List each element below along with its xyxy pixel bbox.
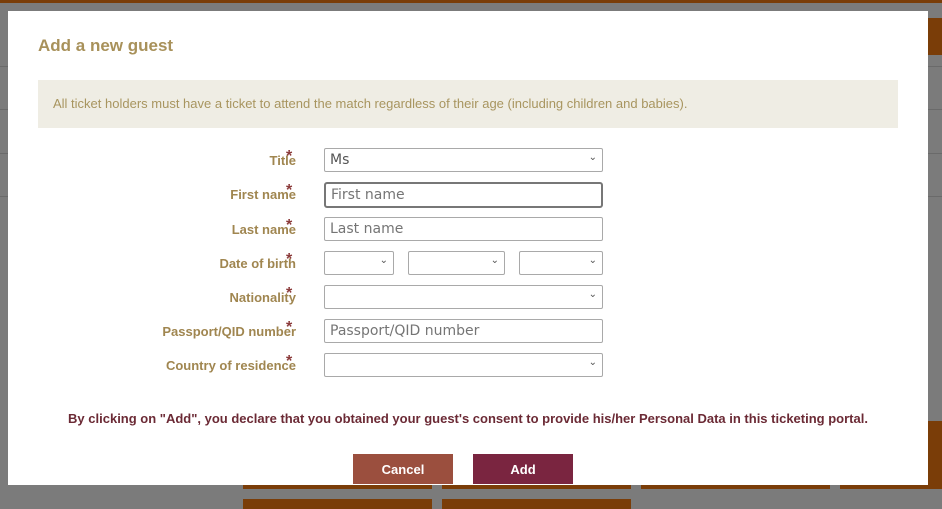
chevron-down-icon: ⌄ <box>588 255 597 266</box>
country-select[interactable]: ⌄ <box>324 353 603 377</box>
required-mark: * <box>286 319 293 336</box>
field-passport: Passport/QID number * Passport/QID numbe… <box>8 319 928 343</box>
field-date-of-birth: Date of birth * ⌄ ⌄ ⌄ <box>8 251 928 275</box>
passport-input[interactable]: Passport/QID number <box>324 319 603 343</box>
nationality-select[interactable]: ⌄ <box>324 285 603 309</box>
background-button <box>928 18 942 55</box>
required-mark: * <box>286 251 293 268</box>
country-label: Country of residence <box>165 358 296 373</box>
background-button <box>243 499 432 509</box>
chevron-down-icon: ⌄ <box>490 255 499 266</box>
passport-placeholder: Passport/QID number <box>330 323 480 339</box>
required-mark: * <box>286 182 293 199</box>
chevron-down-icon: ⌄ <box>588 152 597 163</box>
cancel-button[interactable]: Cancel <box>353 454 453 484</box>
required-mark: * <box>286 217 293 234</box>
background-button <box>840 485 942 489</box>
ticket-notice: All ticket holders must have a ticket to… <box>38 80 898 128</box>
add-guest-modal: Add a new guest All ticket holders must … <box>8 11 928 485</box>
required-mark: * <box>286 148 293 165</box>
modal-title: Add a new guest <box>38 36 174 55</box>
field-first-name: First name * First name <box>8 182 928 208</box>
background-top-bar <box>0 0 942 3</box>
dob-month-select[interactable]: ⌄ <box>408 251 505 275</box>
date-of-birth-label: Date of birth <box>219 256 296 271</box>
background-button <box>928 421 942 488</box>
first-name-input[interactable]: First name <box>324 182 603 208</box>
field-last-name: Last name * Last name <box>8 217 928 241</box>
chevron-down-icon: ⌄ <box>588 289 597 300</box>
first-name-placeholder: First name <box>331 187 405 203</box>
background-button <box>641 485 830 489</box>
field-country-of-residence: Country of residence * ⌄ <box>8 353 928 377</box>
required-mark: * <box>286 353 293 370</box>
dob-day-select[interactable]: ⌄ <box>324 251 394 275</box>
field-nationality: Nationality * ⌄ <box>8 285 928 309</box>
add-button[interactable]: Add <box>473 454 573 484</box>
consent-text: By clicking on "Add", you declare that y… <box>68 411 868 426</box>
chevron-down-icon: ⌄ <box>588 357 597 368</box>
required-mark: * <box>286 285 293 302</box>
field-title: Title * Ms ⌄ <box>8 148 928 172</box>
chevron-down-icon: ⌄ <box>379 255 388 266</box>
background-button <box>442 485 631 489</box>
passport-label: Passport/QID number <box>162 324 296 339</box>
title-select[interactable]: Ms ⌄ <box>324 148 603 172</box>
background-button <box>442 499 631 509</box>
background-button <box>243 485 432 489</box>
last-name-input[interactable]: Last name <box>324 217 603 241</box>
last-name-placeholder: Last name <box>330 221 404 237</box>
dob-year-select[interactable]: ⌄ <box>519 251 603 275</box>
title-value: Ms <box>330 152 350 168</box>
